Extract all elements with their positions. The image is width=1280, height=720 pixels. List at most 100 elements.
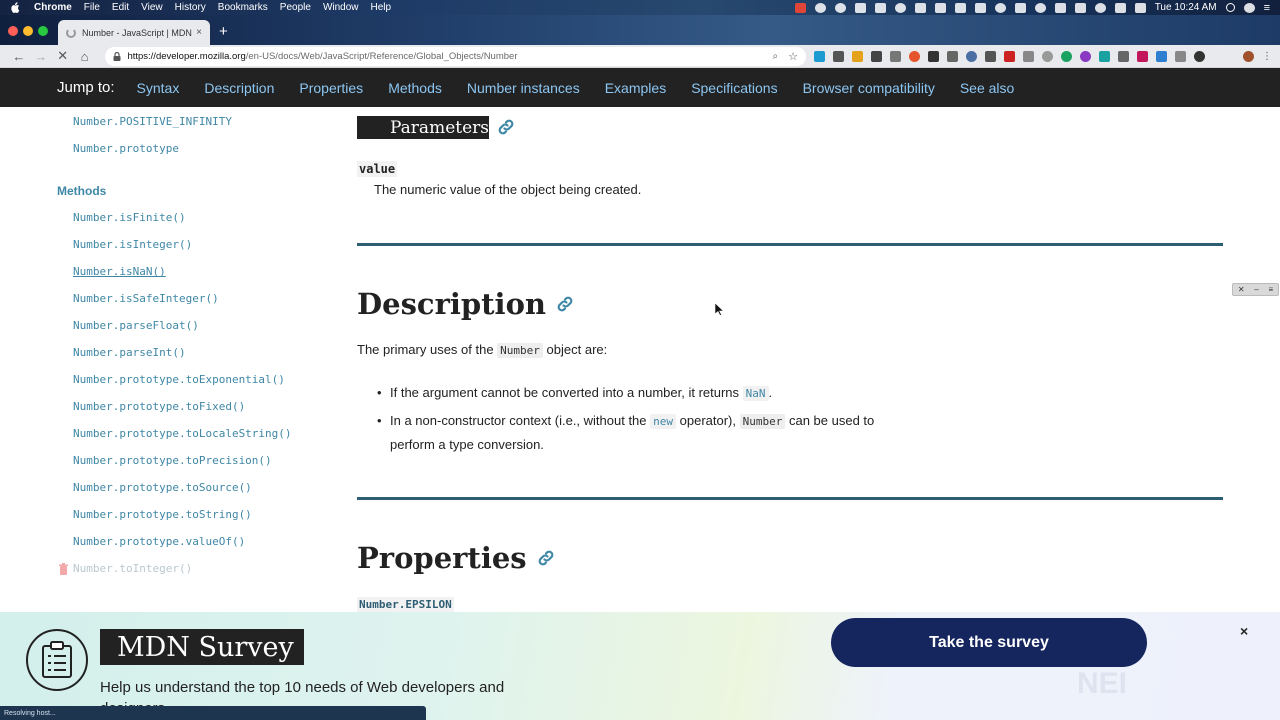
tab-close-icon[interactable]: × [196,27,202,38]
extension-icon[interactable] [1099,50,1110,62]
extension-icon[interactable] [928,50,939,62]
sidebar-link-parseint[interactable]: Number.parseInt() [73,346,186,359]
floating-window-controls[interactable]: ✕ – ≡ [1232,283,1279,296]
extension-icon[interactable] [947,50,958,62]
tray-app-icon[interactable] [1014,2,1026,13]
menu-help[interactable]: Help [371,2,392,13]
minimize-icon[interactable]: – [1254,285,1258,294]
tray-app-icon[interactable] [1054,2,1066,13]
sidebar-link-tofixed[interactable]: Number.prototype.toFixed() [73,400,245,413]
extension-icon[interactable] [890,50,901,62]
extension-icon[interactable] [852,50,863,62]
sidebar-link-toexponential[interactable]: Number.prototype.toExponential() [73,373,285,386]
window-minimize-button[interactable] [23,26,33,36]
anchor-link-icon[interactable] [497,118,515,136]
extension-icon[interactable] [1194,50,1205,62]
jump-link-number-instances[interactable]: Number instances [467,80,580,96]
jump-link-specifications[interactable]: Specifications [691,80,777,96]
wifi-icon[interactable] [1094,2,1106,13]
extension-icon[interactable] [814,50,825,62]
tray-app-icon[interactable] [1034,2,1046,13]
tray-app-icon[interactable] [874,2,886,13]
menu-window[interactable]: Window [323,2,359,13]
jump-link-description[interactable]: Description [204,80,274,96]
dropbox-icon[interactable] [954,2,966,13]
extension-icon[interactable] [1137,50,1148,62]
tray-app-icon[interactable] [834,2,846,13]
extension-icon[interactable] [966,50,977,62]
menu-people[interactable]: People [280,2,311,13]
menu-history[interactable]: History [175,2,206,13]
jump-link-see-also[interactable]: See also [960,80,1014,96]
cloud-icon[interactable] [974,2,986,13]
nan-code-link[interactable]: NaN [742,386,769,401]
back-arrow-icon[interactable]: ← [8,49,30,64]
jump-link-examples[interactable]: Examples [605,80,666,96]
window-zoom-button[interactable] [38,26,48,36]
menu-view[interactable]: View [141,2,163,13]
extension-icon[interactable] [1023,50,1034,62]
record-icon[interactable] [794,2,806,13]
zoom-search-icon[interactable]: ⌕ [773,51,779,62]
anchor-link-icon[interactable] [537,549,555,567]
sidebar-link-tointeger-deprecated[interactable]: Number.toInteger() [73,562,192,575]
tray-app-icon[interactable] [894,2,906,13]
menu-app-name[interactable]: Chrome [34,2,72,13]
jump-link-methods[interactable]: Methods [388,80,442,96]
volume-icon[interactable] [1114,2,1126,13]
sidebar-link-prototype[interactable]: Number.prototype [73,142,179,155]
notification-center-icon[interactable]: ≡ [1264,2,1270,14]
sidebar-link-isnan[interactable]: Number.isNaN() [73,265,166,278]
spotlight-search-icon[interactable] [1225,3,1235,12]
extension-icon[interactable] [1175,50,1186,62]
property-epsilon-link[interactable]: Number.EPSILON [357,597,454,612]
extension-icon[interactable] [1156,50,1167,62]
hd-icon[interactable] [854,2,866,13]
cloud-icon[interactable] [994,2,1006,13]
extension-icon[interactable] [1004,50,1015,62]
survey-close-icon[interactable]: × [1240,623,1248,639]
jump-link-browser-compatibility[interactable]: Browser compatibility [803,80,935,96]
chrome-menu-icon[interactable]: ⋮ [1262,51,1272,62]
tray-app-icon[interactable] [934,2,946,13]
sidebar-link-toprecision[interactable]: Number.prototype.toPrecision() [73,454,272,467]
sidebar-link-tolocalestring[interactable]: Number.prototype.toLocaleString() [73,427,292,440]
sidebar-link-tosource[interactable]: Number.prototype.toSource() [73,481,252,494]
home-icon[interactable]: ⌂ [74,49,96,64]
menu-bookmarks[interactable]: Bookmarks [218,2,268,13]
sidebar-methods-heading[interactable]: Methods [57,184,106,198]
apple-icon[interactable] [10,2,20,13]
extension-icon[interactable] [871,50,882,62]
sidebar-link-tostring[interactable]: Number.prototype.toString() [73,508,252,521]
extension-icon[interactable] [909,50,920,62]
new-operator-code-link[interactable]: new [650,414,677,429]
extension-icon[interactable] [1118,50,1129,62]
browser-tab-active[interactable]: Number - JavaScript | MDN × [58,20,210,45]
profile-avatar-icon[interactable] [1243,50,1254,62]
sidebar-link-isinteger[interactable]: Number.isInteger() [73,238,192,251]
extension-icon[interactable] [1080,50,1091,62]
tray-app-icon[interactable] [914,2,926,13]
anchor-link-icon[interactable] [556,295,574,313]
address-bar[interactable]: https://developer.mozilla.org/en-US/docs… [105,46,806,66]
close-icon[interactable]: ✕ [1238,285,1245,294]
user-avatar-icon[interactable] [1243,2,1255,13]
jump-link-properties[interactable]: Properties [299,80,363,96]
menu-file[interactable]: File [84,2,100,13]
sidebar-link-isfinite[interactable]: Number.isFinite() [73,211,186,224]
sidebar-link-positive-infinity[interactable]: Number.POSITIVE_INFINITY [73,115,232,128]
new-tab-button[interactable]: + [219,24,228,39]
sidebar-link-valueof[interactable]: Number.prototype.valueOf() [73,535,245,548]
take-survey-button[interactable]: Take the survey [831,618,1147,667]
lock-icon[interactable] [113,51,121,61]
sidebar-link-parsefloat[interactable]: Number.parseFloat() [73,319,199,332]
menu-edit[interactable]: Edit [112,2,129,13]
window-close-button[interactable] [8,26,18,36]
clock[interactable]: Tue 10:24 AM [1155,2,1217,13]
extension-icon[interactable] [833,50,844,62]
battery-icon[interactable] [1134,2,1146,13]
forward-arrow-icon[interactable]: → [30,49,52,64]
stop-loading-icon[interactable]: ✕ [52,48,74,64]
extension-icon[interactable] [1042,50,1053,62]
airplay-icon[interactable] [1074,2,1086,13]
